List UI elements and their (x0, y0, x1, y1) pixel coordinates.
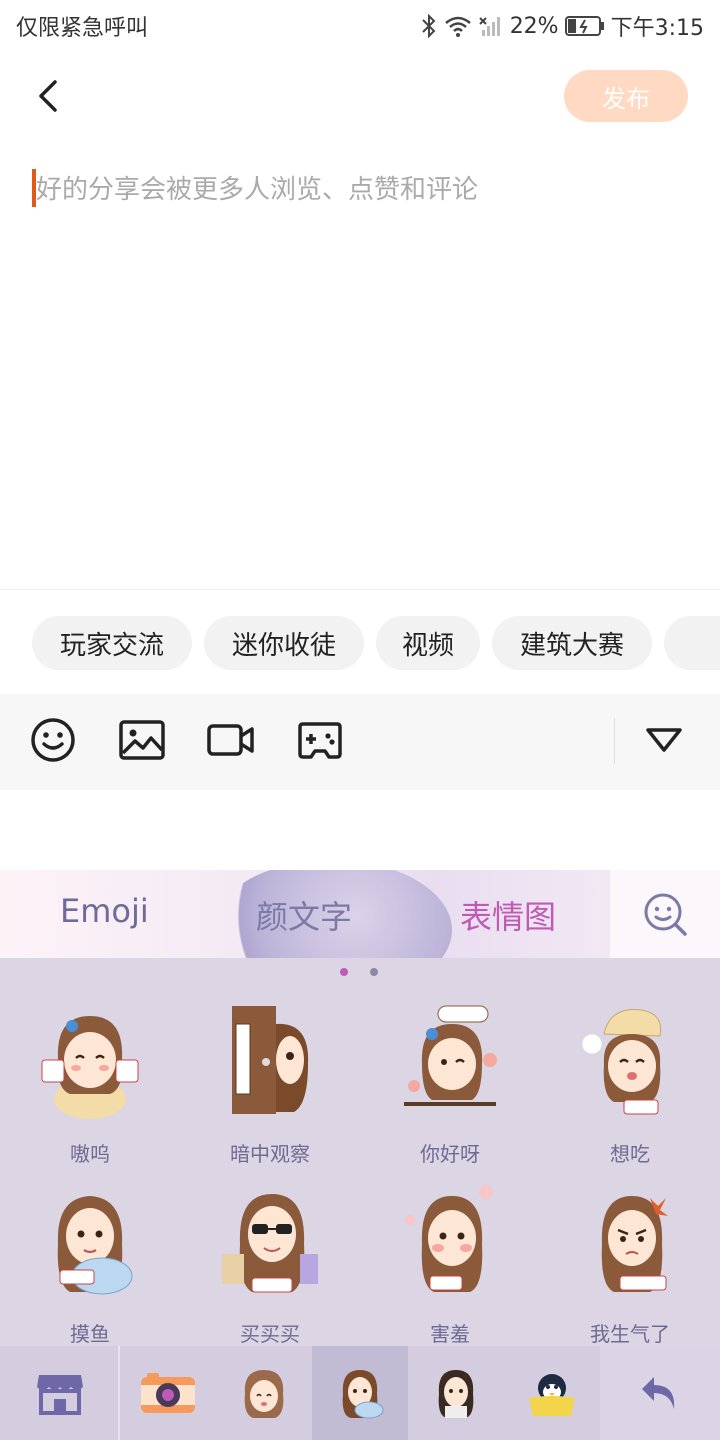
sticker-girl-shopping-icon (222, 1194, 318, 1293)
sticker-pack-girl-two-selected[interactable] (312, 1346, 408, 1440)
tab-kaomoji[interactable]: 颜文字 (256, 892, 352, 938)
chevron-left-icon (39, 80, 57, 112)
smiley-icon (31, 718, 75, 762)
clock: 下午3:15 (610, 16, 704, 41)
triangle-down-icon (646, 728, 682, 752)
sticker-item[interactable]: 买买买 (185, 1184, 355, 1354)
status-icons: 22% 下午3:15 (420, 10, 704, 42)
sticker-label: 暗中观察 (230, 1142, 310, 1166)
sticker-search-button[interactable] (610, 870, 720, 958)
battery-percent: 22% (509, 13, 559, 39)
sticker-item[interactable]: 摸鱼 (5, 1184, 175, 1354)
sticker-label: 摸鱼 (70, 1322, 110, 1346)
sticker-item[interactable]: 你好呀 (365, 1004, 535, 1174)
sticker-girl-hungry-icon (581, 1009, 662, 1115)
sticker-girl-howl-icon (41, 1016, 139, 1119)
keyboard-delete-button[interactable] (600, 1346, 720, 1440)
sticker-girl-hello-icon (404, 1005, 497, 1106)
sticker-panel: 嗷呜 暗中观察 你好呀 想吃 摸鱼 买买买 害羞 我生气了 (0, 958, 720, 1346)
sticker-label: 我生气了 (590, 1322, 670, 1346)
topic-chip-row[interactable]: 玩家交流 迷你收徒 视频 建筑大赛 (0, 600, 720, 686)
carrier-label: 仅限紧急呼叫 (16, 16, 149, 41)
sticker-pack-bar (0, 1346, 720, 1440)
sticker-label: 嗷呜 (70, 1142, 110, 1166)
emoji-button[interactable] (29, 716, 77, 764)
camera-icon (141, 1373, 195, 1413)
image-icon (119, 720, 165, 760)
tab-emoji[interactable]: Emoji (60, 892, 149, 930)
status-bar: 仅限紧急呼叫 22% 下午3:15 (0, 0, 720, 50)
page-dot (370, 968, 378, 976)
video-camera-icon (207, 724, 254, 756)
sticker-girl-shy-icon (405, 1185, 493, 1292)
girl-avatar-icon (342, 1370, 384, 1419)
sticker-girl-peek-icon (232, 1006, 309, 1114)
sticker-item[interactable]: 害羞 (365, 1184, 535, 1354)
topic-chip[interactable]: 玩家交流 (32, 616, 192, 670)
sticker-item[interactable]: 想吃 (545, 1004, 715, 1174)
topic-chip[interactable]: 迷你收徒 (204, 616, 364, 670)
back-button[interactable] (26, 72, 70, 120)
bluetooth-icon (421, 14, 436, 38)
post-placeholder: 好的分享会被更多人浏览、点赞和评论 (36, 175, 479, 205)
topic-chip[interactable]: 建筑大赛 (492, 616, 652, 670)
divider (0, 589, 720, 590)
girl-avatar-icon (438, 1370, 474, 1418)
sticker-store-button[interactable] (12, 1346, 108, 1440)
sticker-pack-penguin[interactable] (504, 1346, 600, 1440)
topic-chip-partial[interactable] (664, 616, 720, 670)
sticker-girl-slacking-icon (57, 1196, 133, 1295)
sticker-pack-girl-three[interactable] (408, 1346, 504, 1440)
sticker-pack-girl-one[interactable] (216, 1346, 312, 1440)
sticker-label: 你好呀 (420, 1142, 480, 1166)
wifi-icon (444, 16, 471, 37)
video-button[interactable] (207, 716, 255, 764)
toolbar-divider (614, 718, 615, 764)
sticker-item[interactable]: 暗中观察 (185, 1004, 355, 1174)
topic-chip[interactable]: 视频 (376, 616, 480, 670)
sticker-item[interactable]: 嗷呜 (5, 1004, 175, 1174)
sticker-label: 害羞 (430, 1322, 470, 1346)
page-dot-active (340, 968, 348, 976)
sticker-label: 想吃 (610, 1142, 650, 1166)
compose-toolbar (0, 694, 720, 790)
page-indicator (340, 968, 378, 976)
image-button[interactable] (118, 716, 166, 764)
keyboard-tab-bar: Emoji 颜文字 表情图 (0, 870, 720, 958)
post-text-input[interactable]: 好的分享会被更多人浏览、点赞和评论 (30, 165, 690, 225)
store-icon (37, 1375, 83, 1415)
sticker-pack-camera[interactable] (120, 1346, 216, 1440)
girl-avatar-icon (244, 1370, 284, 1418)
penguin-icon (529, 1374, 575, 1416)
battery-charging-icon (564, 16, 604, 36)
tab-stickers[interactable]: 表情图 (460, 892, 556, 938)
game-button[interactable] (296, 716, 344, 764)
smiley-search-icon (644, 893, 687, 936)
publish-button[interactable]: 发布 (564, 70, 688, 122)
sticker-item[interactable]: 我生气了 (545, 1184, 715, 1354)
gamepad-icon (298, 722, 342, 759)
signal-icon (478, 17, 500, 36)
sticker-label: 买买买 (240, 1322, 300, 1346)
undo-arrow-icon (642, 1377, 675, 1409)
sticker-girl-angry-icon (601, 1196, 668, 1292)
collapse-keyboard-button[interactable] (640, 716, 688, 764)
